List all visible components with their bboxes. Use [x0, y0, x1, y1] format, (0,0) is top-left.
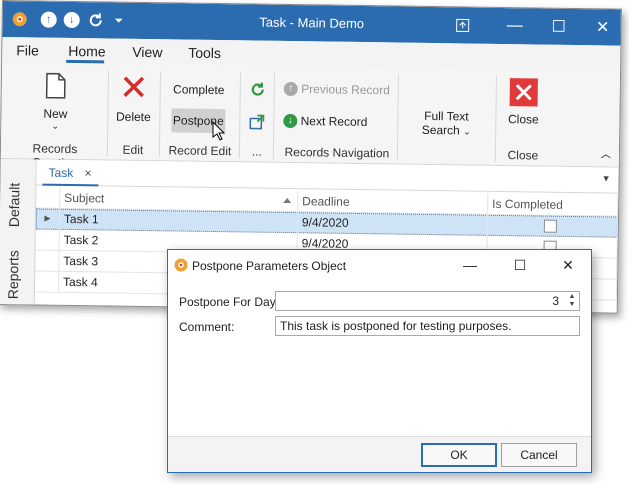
- ribbon-separator: [494, 75, 497, 162]
- refresh-icon[interactable]: [248, 80, 268, 101]
- row-focus-indicator: ▶: [35, 208, 61, 230]
- tab-task-label: Task: [48, 165, 74, 181]
- tab-list-dropdown-icon[interactable]: ▼: [602, 173, 611, 183]
- tab-task[interactable]: Task ×: [42, 159, 99, 187]
- postpone-days-label: Postpone For Days:: [179, 295, 286, 309]
- full-text-search-button[interactable]: Full Text Search ⌄: [411, 109, 481, 138]
- postpone-days-spinner[interactable]: 3 ▲ ▼: [275, 291, 580, 311]
- ribbon-separator: [238, 72, 242, 159]
- cell-is-completed[interactable]: [487, 214, 619, 238]
- app-gear-icon: [173, 257, 189, 273]
- chevron-down-icon: ⌄: [463, 126, 471, 137]
- delete-label: Delete: [115, 109, 151, 125]
- next-record-label: Next Record: [300, 114, 368, 129]
- previous-record-button[interactable]: ↑ Previous Record: [283, 81, 394, 98]
- comment-label: Comment:: [179, 320, 235, 334]
- ribbon-separator: [158, 71, 162, 158]
- dialog-maximize-button[interactable]: ☐: [505, 254, 535, 276]
- group-label-more: ...: [251, 144, 263, 159]
- cell-deadline[interactable]: 9/4/2020: [297, 212, 489, 236]
- new-document-icon: [36, 71, 76, 103]
- menu-tools[interactable]: Tools: [188, 45, 221, 61]
- column-header-is-completed[interactable]: Is Completed: [488, 193, 619, 217]
- export-icon[interactable]: [247, 112, 267, 133]
- spin-up-down-icon[interactable]: ▲ ▼: [567, 293, 577, 309]
- restore-ui-icon[interactable]: [439, 7, 485, 44]
- close-tab-icon[interactable]: ×: [84, 166, 91, 180]
- ribbon-separator: [272, 72, 276, 159]
- previous-record-label: Previous Record: [301, 82, 390, 98]
- sort-ascending-icon: [283, 197, 292, 204]
- postpone-days-value: 3: [552, 294, 559, 308]
- full-text-search-label-2: Search: [421, 122, 460, 138]
- ribbon-separator: [106, 70, 110, 157]
- group-label-close: Close: [507, 148, 539, 163]
- row-indicator: [34, 271, 60, 293]
- dialog-title: Postpone Parameters Object: [192, 259, 347, 273]
- group-label-edit: Edit: [122, 142, 144, 157]
- close-x-icon: [509, 78, 538, 107]
- arrow-down-circle-icon: ↓: [283, 113, 298, 128]
- subject-header-label: Subject: [64, 190, 105, 206]
- dialog-minimize-button[interactable]: —: [455, 254, 485, 276]
- complete-button[interactable]: Complete: [170, 79, 228, 100]
- menu-home[interactable]: Home: [68, 43, 106, 60]
- minimize-button[interactable]: —: [491, 8, 537, 45]
- full-text-search-label-2-wrap: Search ⌄: [411, 123, 481, 138]
- side-tab-reports[interactable]: Reports: [5, 250, 22, 299]
- side-panel: Default Reports: [0, 158, 37, 310]
- comment-field[interactable]: This task is postponed for testing purpo…: [275, 316, 580, 336]
- row-indicator: [35, 229, 60, 251]
- close-window-button[interactable]: ✕: [579, 9, 622, 46]
- delete-button[interactable]: Delete: [113, 75, 154, 125]
- active-menu-indicator: [66, 59, 105, 64]
- group-label-record-edit: Record Edit: [168, 143, 232, 159]
- close-label: Close: [507, 112, 539, 127]
- dialog-close-button[interactable]: ✕: [553, 254, 583, 276]
- menu-file[interactable]: File: [16, 42, 39, 58]
- maximize-button[interactable]: ☐: [535, 8, 581, 45]
- ribbon: New ⌄ Records Creation Delete Edit Compl…: [0, 63, 621, 170]
- postpone-parameters-dialog: Postpone Parameters Object — ☐ ✕ Postpon…: [167, 249, 592, 473]
- new-button[interactable]: New ⌄: [35, 71, 76, 132]
- row-indicator-header: [36, 187, 61, 209]
- dialog-footer: OK Cancel: [168, 436, 591, 472]
- close-button[interactable]: Close: [501, 78, 546, 127]
- cancel-button[interactable]: Cancel: [501, 443, 577, 467]
- collapse-ribbon-icon[interactable]: ︿: [599, 145, 613, 160]
- group-label-records-navigation: Records Navigation: [284, 144, 390, 161]
- column-header-deadline[interactable]: Deadline: [298, 191, 489, 215]
- next-record-button[interactable]: ↓ Next Record: [283, 113, 393, 129]
- full-text-search-label-1: Full Text: [424, 108, 469, 124]
- new-label: New: [43, 106, 68, 121]
- side-tab-default[interactable]: Default: [6, 183, 23, 228]
- arrow-up-circle-icon: ↑: [283, 81, 298, 96]
- delete-x-icon: [114, 75, 154, 103]
- mouse-cursor-icon: [212, 120, 226, 141]
- chevron-down-icon: ⌄: [51, 120, 60, 131]
- ribbon-separator: [396, 74, 399, 161]
- is-completed-checkbox[interactable]: [543, 219, 557, 233]
- menu-view[interactable]: View: [132, 44, 162, 60]
- ok-button[interactable]: OK: [421, 443, 497, 467]
- row-indicator: [35, 250, 60, 272]
